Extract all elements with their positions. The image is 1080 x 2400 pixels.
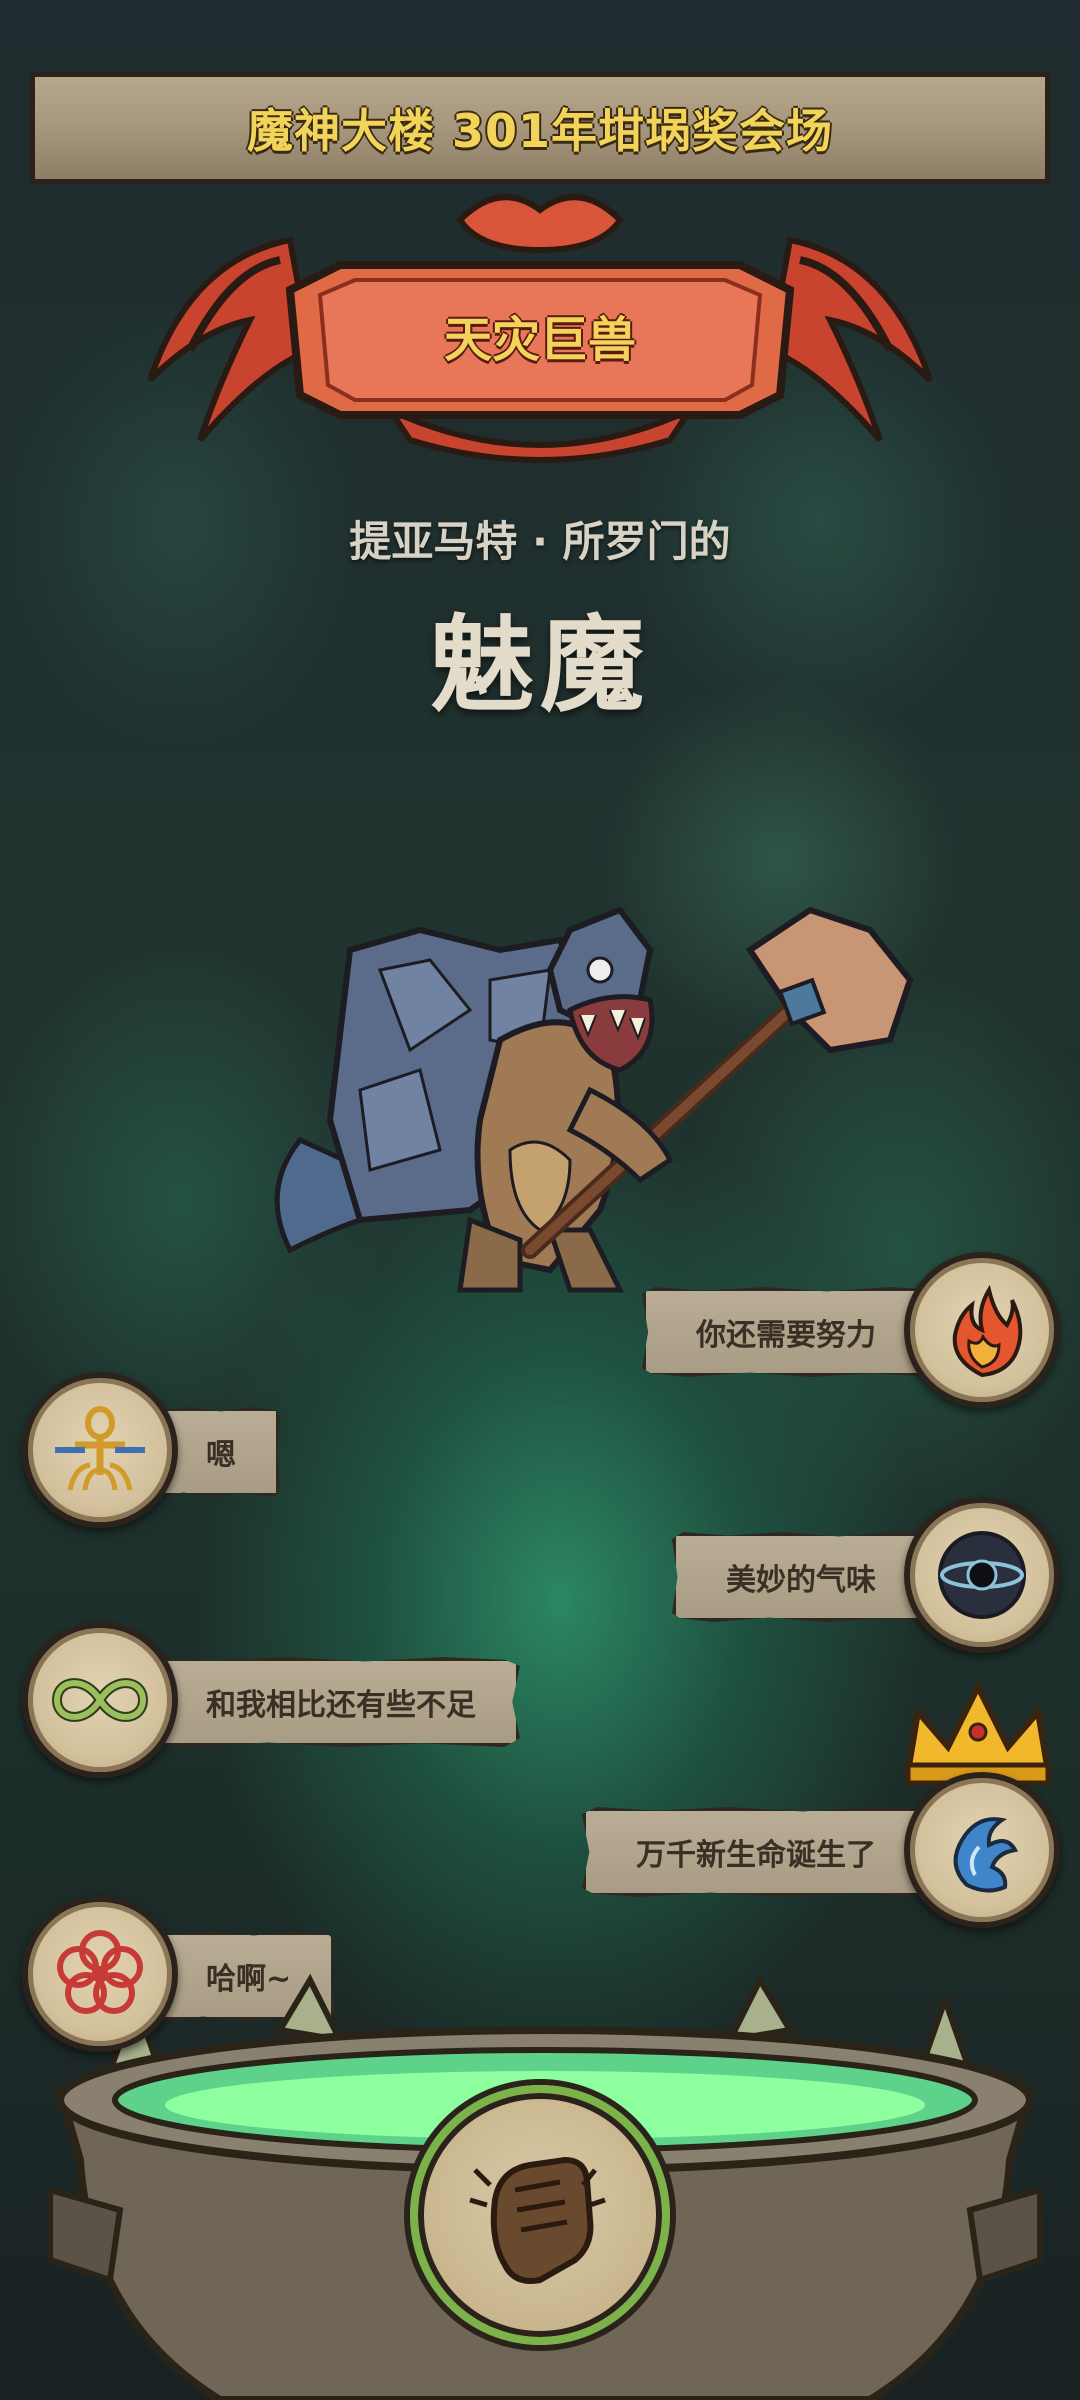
chat-text: 美妙的气味: [726, 1563, 876, 1598]
ankh-icon[interactable]: [22, 1372, 178, 1528]
game-screen: 魔神大楼 301年坩埚奖会场 天灾巨兽 提亚马特 · 所罗门的 魅魔 你还需要努…: [0, 0, 1080, 2400]
fist-icon: [469, 2156, 606, 2284]
chat-bubble: 和我相比还有些不足: [132, 1657, 520, 1747]
chat-message-row: 和我相比还有些不足: [22, 1622, 562, 1782]
chat-text: 你还需要努力: [696, 1318, 876, 1353]
top-banner: 魔神大楼 301年坩埚奖会场: [30, 72, 1050, 184]
chat-message-row: 你还需要努力: [620, 1252, 1060, 1412]
banner-title: 魔神大楼 301年坩埚奖会场: [246, 104, 834, 158]
infinity-serpent-icon[interactable]: [22, 1622, 178, 1778]
monster-owner-line: 提亚马特 · 所罗门的: [349, 517, 731, 566]
chat-text: 嗯: [206, 1438, 236, 1473]
rank-title: 天灾巨兽: [443, 312, 636, 368]
chat-message-row: 嗯: [22, 1372, 292, 1532]
water-dragon-icon[interactable]: [904, 1772, 1060, 1928]
monster-name: 魅魔: [429, 604, 650, 726]
chat-bubble: 万千新生命诞生了: [582, 1807, 950, 1897]
chat-message-row: 美妙的气味: [660, 1497, 1060, 1657]
flower-knot-icon[interactable]: [22, 1896, 178, 2052]
crown-icon: [904, 1680, 1052, 1786]
fist-action-button[interactable]: [410, 2085, 670, 2345]
chat-text: 万千新生命诞生了: [636, 1838, 876, 1873]
rank-emblem: 天灾巨兽: [130, 180, 950, 480]
dark-eye-icon[interactable]: [904, 1497, 1060, 1653]
chat-text: 和我相比还有些不足: [206, 1688, 476, 1723]
emblem-plate: 天灾巨兽: [290, 275, 790, 395]
flame-icon[interactable]: [904, 1252, 1060, 1408]
chat-message-row: 万千新生命诞生了: [560, 1680, 1060, 1932]
